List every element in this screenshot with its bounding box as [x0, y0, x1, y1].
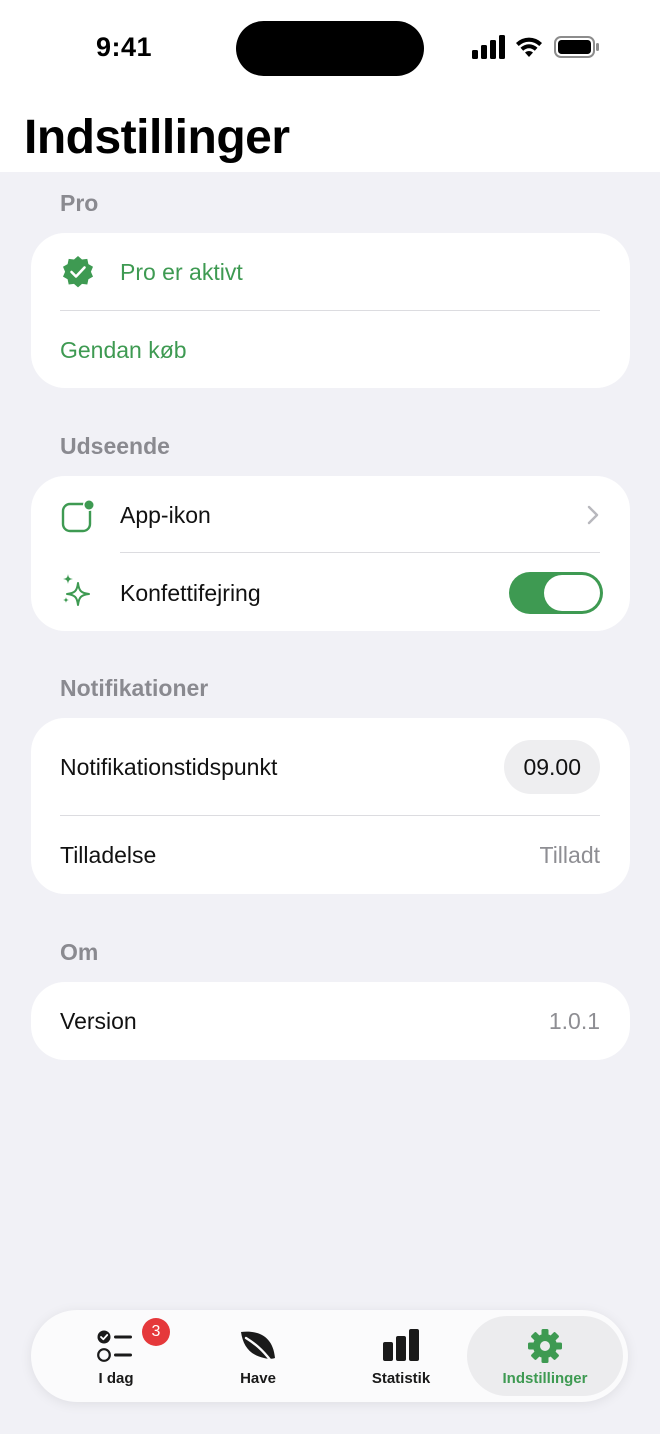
restore-purchases-button[interactable]: Gendan køb — [31, 311, 630, 389]
restore-purchases-label: Gendan køb — [60, 336, 187, 363]
version-label: Version — [60, 1007, 137, 1034]
permission-value: Tilladt — [539, 841, 601, 868]
today-badge: 3 — [142, 1318, 170, 1346]
pro-card: Pro er aktivt Gendan køb — [31, 233, 630, 388]
divider — [120, 552, 600, 553]
dynamic-island — [236, 21, 424, 76]
permission-row: Tilladelse Tilladt — [31, 816, 630, 894]
app-icon-square-icon — [61, 499, 95, 533]
tab-settings[interactable]: Indstillinger — [467, 1316, 623, 1396]
confetti-row: Konfettifejring — [31, 554, 630, 632]
appearance-card: App-ikon Konfettifejring — [31, 476, 630, 631]
chevron-right-icon — [587, 505, 599, 525]
notification-time-row: Notifikationstidspunkt 09.00 — [31, 718, 630, 816]
sparkles-icon — [63, 574, 90, 606]
about-card: Version 1.0.1 — [31, 982, 630, 1060]
gear-icon — [528, 1329, 562, 1363]
tab-garden[interactable]: Have — [183, 1310, 333, 1402]
leaf-icon — [241, 1331, 275, 1363]
wifi-icon — [516, 37, 542, 57]
notification-time-label: Notifikationstidspunkt — [60, 753, 278, 780]
tab-garden-label: Have — [240, 1370, 276, 1387]
section-header-notifications: Notifikationer — [60, 675, 209, 701]
app-icon-row[interactable]: App-ikon — [31, 476, 630, 554]
tab-today-label: I dag — [98, 1370, 134, 1387]
pro-active-label: Pro er aktivt — [120, 258, 243, 285]
version-value: 1.0.1 — [548, 1007, 600, 1034]
bar-chart-icon — [383, 1329, 419, 1361]
pro-status-row: Pro er aktivt — [31, 233, 630, 311]
page-title: Indstillinger — [24, 111, 290, 164]
tab-settings-label: Indstillinger — [502, 1370, 588, 1387]
header-area: 9:41 Indstillinger — [0, 0, 660, 172]
tab-stats[interactable]: Statistik — [326, 1310, 476, 1402]
tab-today[interactable]: I dag 3 — [41, 1310, 191, 1402]
section-header-pro: Pro — [60, 190, 99, 216]
notifications-card: Notifikationstidspunkt 09.00 Tilladelse … — [31, 718, 630, 894]
section-header-about: Om — [60, 939, 99, 965]
confetti-label: Konfettifejring — [120, 579, 261, 606]
signal-icon — [472, 35, 505, 59]
version-row: Version 1.0.1 — [31, 982, 630, 1060]
battery-icon — [554, 36, 599, 58]
section-header-appearance: Udseende — [60, 433, 170, 459]
status-time: 9:41 — [96, 32, 153, 62]
checklist-icon — [97, 1330, 132, 1362]
app-icon-label: App-ikon — [120, 501, 211, 528]
toggle-knob — [544, 575, 600, 611]
tab-stats-label: Statistik — [371, 1370, 431, 1387]
tab-bar: I dag 3 Have Statistik Indstillinger — [31, 1310, 628, 1402]
confetti-toggle[interactable] — [509, 572, 603, 614]
notification-time-picker[interactable]: 09.00 — [504, 740, 600, 794]
checkmark-seal-icon — [63, 256, 93, 288]
permission-label: Tilladelse — [60, 841, 157, 868]
